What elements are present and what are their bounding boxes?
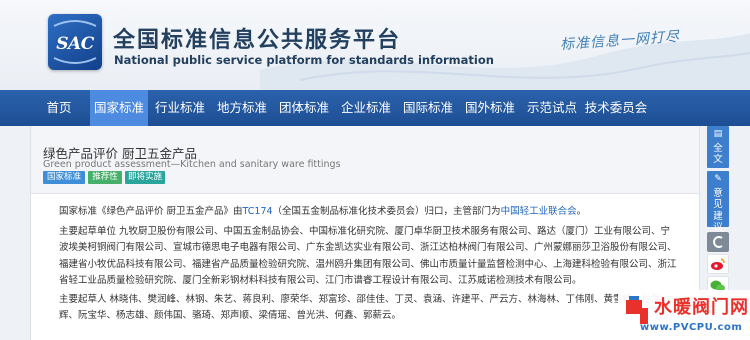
main-nav: 首页 国家标准 行业标准 地方标准 团体标准 企业标准 国际标准 国外标准 示范… (0, 90, 750, 126)
nav-item-home[interactable]: 首页 (40, 90, 78, 126)
nav-item-foreign-standards[interactable]: 国外标准 (462, 90, 518, 126)
watermark-text: 水暖阀门网 (654, 297, 749, 318)
feedback-label: 意见建议 (713, 187, 723, 234)
fulltext-label: 全文 (713, 142, 723, 166)
tag-national-standard: 国家标准 (43, 171, 85, 184)
sac-logo[interactable]: SAC (48, 14, 102, 70)
tag-upcoming: 即将实施 (125, 171, 165, 184)
drafting-units-paragraph: 主要起草单位 九牧厨卫股份有限公司、中国五金制品协会、中国标准化研究院、厦门卓华… (59, 226, 677, 286)
p1-text-middle: （全国五金制品标准化技术委员会）归口，主管部门为 (272, 206, 501, 217)
logo-text: SAC (56, 34, 94, 54)
nav-item-technical-committees[interactable]: 技术委员会 (583, 90, 649, 126)
p1-text-before: 国家标准《绿色产品评价 厨卫五金产品》由 (59, 206, 243, 217)
tag-recommended: 推荐性 (88, 171, 122, 184)
nav-item-group-standards[interactable]: 团体标准 (276, 90, 332, 126)
department-link[interactable]: 中国轻工业联合会 (501, 206, 577, 217)
standard-english-title: Green product assessment—Kitchen and san… (43, 159, 341, 170)
nav-item-enterprise-standards[interactable]: 企业标准 (338, 90, 394, 126)
p1-text-after: 。 (576, 206, 587, 217)
nav-item-international-standards[interactable]: 国际标准 (400, 90, 456, 126)
nav-item-demo-pilots[interactable]: 示范试点 (524, 90, 580, 126)
standard-header: 绿色产品评价 厨卫五金产品 Green product assessment—K… (31, 126, 699, 194)
back-icon[interactable] (707, 232, 729, 252)
tc174-link[interactable]: TC174 (243, 206, 273, 217)
watermark-url: www.PVCPU.com (640, 322, 743, 333)
standard-detail-panel: 绿色产品评价 厨卫五金产品 Green product assessment—K… (30, 126, 700, 340)
feedback-button[interactable]: ✎ 意见建议 (707, 171, 729, 233)
governing-body-paragraph: 国家标准《绿色产品评价 厨卫五金产品》由TC174（全国五金制品标准化技术委员会… (59, 204, 679, 220)
nav-item-local-standards[interactable]: 地方标准 (214, 90, 270, 126)
drafters-paragraph: 主要起草人 林晓伟、樊润峰、林钢、朱艺、蒋良利、廖荣华、郑富珍、邵佳佳、丁灵、袁… (59, 294, 661, 322)
nav-item-industry-standards[interactable]: 行业标准 (152, 90, 208, 126)
site-title: 全国标准信息公共服务平台 (113, 28, 402, 53)
site-subtitle: National public service platform for sta… (114, 53, 494, 67)
nav-item-national-standards[interactable]: 国家标准 (90, 90, 148, 126)
edit-icon: ✎ (714, 174, 722, 184)
weibo-icon[interactable] (707, 254, 729, 274)
site-watermark: 水暖阀门网 www.PVCPU.com (618, 290, 750, 340)
fulltext-button[interactable]: ▤ 全文 (707, 126, 729, 168)
site-header: SAC 全国标准信息公共服务平台 National public service… (0, 0, 750, 90)
document-icon: ▤ (713, 129, 723, 139)
